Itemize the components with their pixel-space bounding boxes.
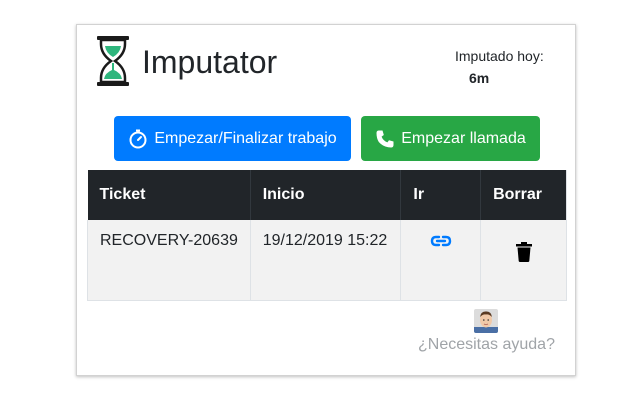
cell-ticket: RECOVERY-20639 xyxy=(87,220,251,301)
header-ir: Ir xyxy=(400,170,482,220)
help-link[interactable]: ¿Necesitas ayuda? xyxy=(418,336,555,354)
hourglass-icon xyxy=(97,36,129,86)
imputed-today-label: Imputado hoy: xyxy=(455,48,544,64)
header: Imputator Imputado hoy: 6m xyxy=(77,25,575,115)
link-icon xyxy=(430,235,451,247)
header-ticket: Ticket xyxy=(87,170,251,220)
trash-icon xyxy=(515,242,532,262)
header-inicio: Inicio xyxy=(250,170,402,220)
stopwatch-icon xyxy=(129,129,147,148)
delete-ticket-button[interactable] xyxy=(515,234,532,267)
start-finish-work-button[interactable]: Empezar/Finalizar trabajo xyxy=(114,116,351,161)
phone-icon xyxy=(376,130,394,147)
cell-delete xyxy=(480,220,567,301)
tickets-table: Ticket Inicio Ir Borrar RECOVERY-20639 1… xyxy=(87,170,567,301)
cell-go xyxy=(400,220,482,301)
imputator-popup: Imputator Imputado hoy: 6m Empezar/Final… xyxy=(76,24,576,376)
app-title: Imputator xyxy=(142,44,278,80)
cell-inicio: 19/12/2019 15:22 xyxy=(250,220,402,301)
imputed-today-value: 6m xyxy=(469,70,490,86)
header-borrar: Borrar xyxy=(480,170,567,220)
table-header-row: Ticket Inicio Ir Borrar xyxy=(87,170,567,220)
start-finish-work-label: Empezar/Finalizar trabajo xyxy=(154,129,337,147)
start-call-button[interactable]: Empezar llamada xyxy=(361,116,540,161)
start-call-label: Empezar llamada xyxy=(401,129,526,147)
avatar xyxy=(474,309,498,333)
go-to-ticket-link[interactable] xyxy=(430,234,452,253)
table-row: RECOVERY-20639 19/12/2019 15:22 xyxy=(87,220,567,301)
